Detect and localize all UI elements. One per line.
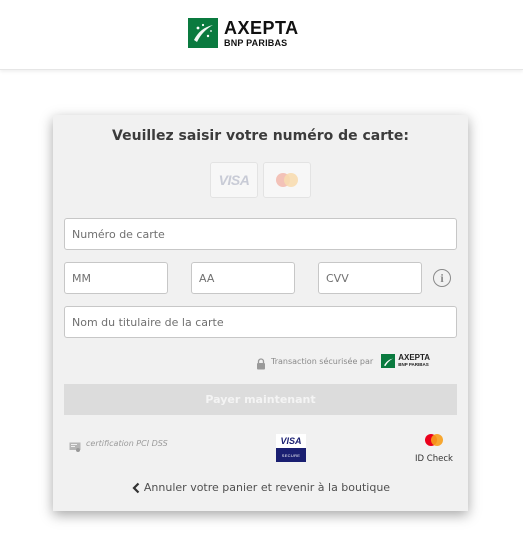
certificate-icon [69, 438, 81, 452]
axepta-logo: AXEPTA BNP PARIBAS [188, 18, 299, 48]
visa-icon: VISA [218, 172, 250, 188]
visa-secure-subtitle: SECURE [276, 448, 306, 462]
cvv-info-icon[interactable]: i [433, 269, 451, 287]
idcheck-label: ID Check [415, 454, 453, 464]
expiry-year-input[interactable] [191, 262, 295, 294]
logo-title: AXEPTA [224, 17, 299, 38]
expiry-month-input[interactable] [64, 262, 168, 294]
cardholder-name-input[interactable] [64, 306, 457, 338]
chevron-left-icon [132, 482, 140, 493]
secure-transaction-notice: Transaction sécurisée par AXEPTA BNP PAR… [256, 353, 431, 370]
cancel-return-label: Annuler votre panier et revenir à la bou… [143, 481, 391, 494]
cvv-input[interactable] [318, 262, 422, 294]
mastercard-icon [276, 173, 298, 187]
pci-certification: certification PCI DSS [69, 438, 168, 452]
pci-certification-text: certification PCI DSS [86, 439, 168, 448]
secure-transaction-text: Transaction sécurisée par [271, 356, 374, 366]
page-header: AXEPTA BNP PARIBAS [0, 0, 523, 70]
logo-subtitle: BNP PARIBAS [224, 37, 288, 48]
cancel-return-link[interactable]: Annuler votre panier et revenir à la bou… [53, 481, 468, 494]
visa-secure-title: VISA [280, 436, 302, 446]
secure-brand-title: AXEPTA [398, 353, 431, 363]
mastercard-brand-option[interactable] [263, 162, 311, 198]
axepta-logo-mark-icon [188, 18, 218, 48]
pay-now-button[interactable]: Payer maintenant [64, 384, 457, 415]
form-title: Veuillez saisir votre numéro de carte: [112, 128, 409, 144]
mastercard-idcheck-icon [425, 434, 443, 446]
visa-brand-option[interactable]: VISA [210, 162, 258, 198]
card-number-input[interactable] [64, 218, 457, 250]
secure-brand-subtitle: BNP PARIBAS [398, 362, 429, 368]
payment-card-form: Veuillez saisir votre numéro de carte: V… [53, 115, 468, 511]
visa-secure-badge: VISA SECURE [276, 434, 306, 462]
axepta-mini-logo-icon [381, 354, 396, 368]
lock-icon [256, 355, 266, 370]
mastercard-idcheck-badge: ID Check [409, 432, 459, 464]
